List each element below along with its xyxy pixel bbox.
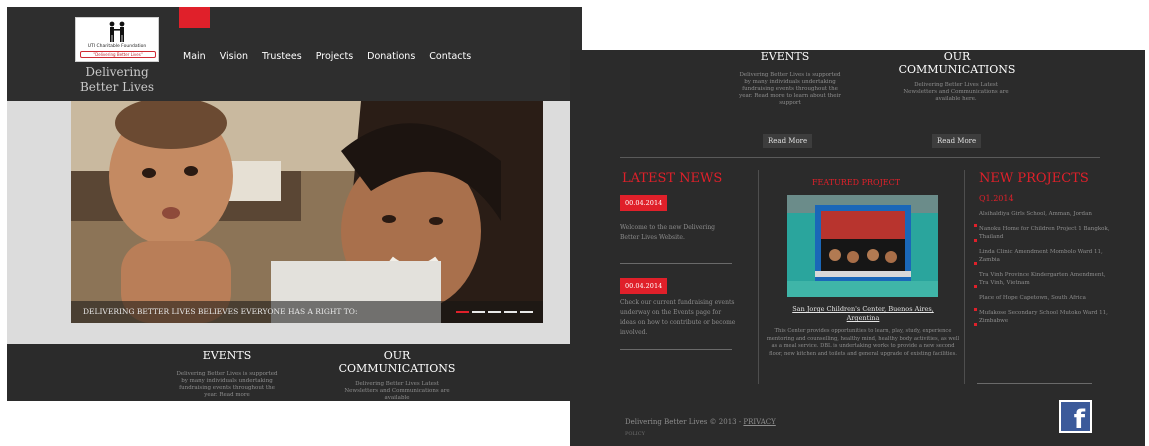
nav-item-vision[interactable]: Vision xyxy=(220,51,248,62)
slider-caption: DELIVERING BETTER LIVES BELIEVES EVERYON… xyxy=(83,307,358,316)
communications-text-right: Delivering Better Lives Latest Newslette… xyxy=(903,82,1009,102)
bullet-icon xyxy=(974,323,977,326)
nav-item-donations[interactable]: Donations xyxy=(367,51,415,62)
bullet-icon xyxy=(974,285,977,288)
news-text-1: Welcome to the new Delivering Better Liv… xyxy=(620,224,716,241)
column-divider-right xyxy=(964,170,965,384)
project-item-text: Alsihaldiya Girls School, Amman, Jordan xyxy=(979,211,1092,217)
featured-project-link[interactable]: San Jorge Children's Center, Buenos Aire… xyxy=(770,305,956,323)
homepage-top-screenshot: UTI Charitable Foundation "Delivering Be… xyxy=(7,7,582,401)
featured-project-link-line-1: San Jorge Children's Center, Buenos Aire… xyxy=(792,305,934,313)
facebook-icon[interactable]: f xyxy=(1059,400,1092,433)
slider-dot-2[interactable] xyxy=(472,311,485,313)
nav-item-trustees[interactable]: Trustees xyxy=(262,51,302,62)
slider-dot-1[interactable] xyxy=(456,311,469,313)
main-nav: Main Vision Trustees Projects Donations … xyxy=(183,51,485,62)
children-window-illustration xyxy=(787,195,938,297)
new-projects-period: Q1.2014 xyxy=(979,194,1014,203)
slider-dot-3[interactable] xyxy=(488,311,501,313)
sections-strip xyxy=(7,344,582,401)
project-item[interactable]: Tra Vinh Province Kindergarten Amendment… xyxy=(974,271,1112,288)
events-text: Delivering Better Lives is supported by … xyxy=(176,371,278,398)
logo-motto: "Delivering Better Lives" xyxy=(80,51,156,58)
communications-title-line-2: COMMUNICATIONS xyxy=(338,362,456,375)
slider-caption-bar: DELIVERING BETTER LIVES BELIEVES EVERYON… xyxy=(71,301,543,323)
new-projects-list: Alsihaldiya Girls School, Amman, Jordan … xyxy=(974,210,1112,332)
tagline-line-2: Better Lives xyxy=(79,80,155,94)
nav-item-main[interactable]: Main xyxy=(183,51,206,62)
featured-project-link-line-2: Argentina xyxy=(846,314,880,322)
active-nav-marker xyxy=(179,7,210,28)
footer-copyright: Delivering Better Lives © 2013 - PRIVACY xyxy=(625,418,776,426)
events-read-more-button[interactable]: Read More xyxy=(763,134,813,148)
communications-title-right: OUR COMMUNICATIONS xyxy=(895,50,1019,76)
section-divider xyxy=(620,157,1100,158)
facebook-letter: f xyxy=(1073,405,1085,435)
children-photo-illustration xyxy=(71,101,543,323)
logo-org-name: UTI Charitable Foundation xyxy=(87,44,147,49)
news-date-1: 00.04.2014 xyxy=(620,195,668,211)
homepage-bottom-screenshot: EVENTS Delivering Better Lives is suppor… xyxy=(570,50,1145,446)
new-projects-title: NEW PROJECTS xyxy=(979,171,1089,186)
communications-text: Delivering Better Lives Latest Newslette… xyxy=(344,381,450,401)
communications-title-line-1: OUR xyxy=(383,349,411,362)
tagline-line-1: Delivering xyxy=(85,65,149,79)
bullet-icon xyxy=(974,239,977,242)
project-item[interactable]: Linda Clinic Amendment Mombolo Ward 11, … xyxy=(974,248,1112,265)
project-item[interactable]: Place of Hope Capetown, South Africa xyxy=(974,294,1112,311)
project-item-text: Tra Vinh Province Kindergarten Amendment… xyxy=(979,272,1106,286)
nav-item-projects[interactable]: Projects xyxy=(316,51,353,62)
news-date-2: 00.04.2014 xyxy=(620,278,668,294)
latest-news-title: LATEST NEWS xyxy=(622,171,723,186)
communications-title: OUR COMMUNICATIONS xyxy=(337,349,457,375)
project-item-text: Nanoku Home for Children Project 1 Bangk… xyxy=(979,226,1110,240)
communications-title-right-line-2: COMMUNICATIONS xyxy=(898,63,1016,76)
communications-title-right-line-1: OUR xyxy=(943,50,971,63)
news-divider-1 xyxy=(620,263,732,264)
news-text-2: Check our current fundraising events und… xyxy=(620,299,736,336)
project-item[interactable]: Nanoku Home for Children Project 1 Bangk… xyxy=(974,225,1112,242)
featured-project-description: This Center provides opportunities to le… xyxy=(766,328,960,357)
project-item-text: Linda Clinic Amendment Mombolo Ward 11, … xyxy=(979,249,1103,263)
two-people-holding-hands-icon xyxy=(109,21,125,42)
featured-project-title: FEATURED PROJECT xyxy=(812,178,901,187)
project-item[interactable]: Alsihaldiya Girls School, Amman, Jordan xyxy=(974,210,1112,227)
communications-read-more-button[interactable]: Read More xyxy=(932,134,982,148)
project-item-text: Place of Hope Capetown, South Africa xyxy=(979,295,1086,301)
project-item-text: Mufakose Secondary School Mutoko Ward 11… xyxy=(979,310,1108,324)
slider-dot-4[interactable] xyxy=(504,311,517,313)
hero-photo xyxy=(71,101,543,323)
slider-pagination xyxy=(456,311,533,313)
events-title-right: EVENTS xyxy=(760,50,810,63)
site-logo[interactable]: UTI Charitable Foundation "Delivering Be… xyxy=(75,17,159,62)
news-divider-2 xyxy=(620,349,732,350)
slider-dot-5[interactable] xyxy=(520,311,533,313)
events-title: EVENTS xyxy=(202,349,252,362)
nav-item-contacts[interactable]: Contacts xyxy=(429,51,471,62)
project-item[interactable]: Mufakose Secondary School Mutoko Ward 11… xyxy=(974,309,1112,326)
column-divider-left xyxy=(758,170,759,384)
featured-project-photo[interactable] xyxy=(787,195,938,297)
footer-policy: POLICY xyxy=(625,431,645,437)
privacy-link[interactable]: PRIVACY xyxy=(743,418,775,426)
copyright-text: Delivering Better Lives © 2013 - xyxy=(625,418,742,426)
projects-divider xyxy=(977,383,1092,384)
bullet-icon xyxy=(974,262,977,265)
events-text-right: Delivering Better Lives is supported by … xyxy=(739,72,841,106)
site-tagline: Delivering Better Lives xyxy=(67,65,167,95)
